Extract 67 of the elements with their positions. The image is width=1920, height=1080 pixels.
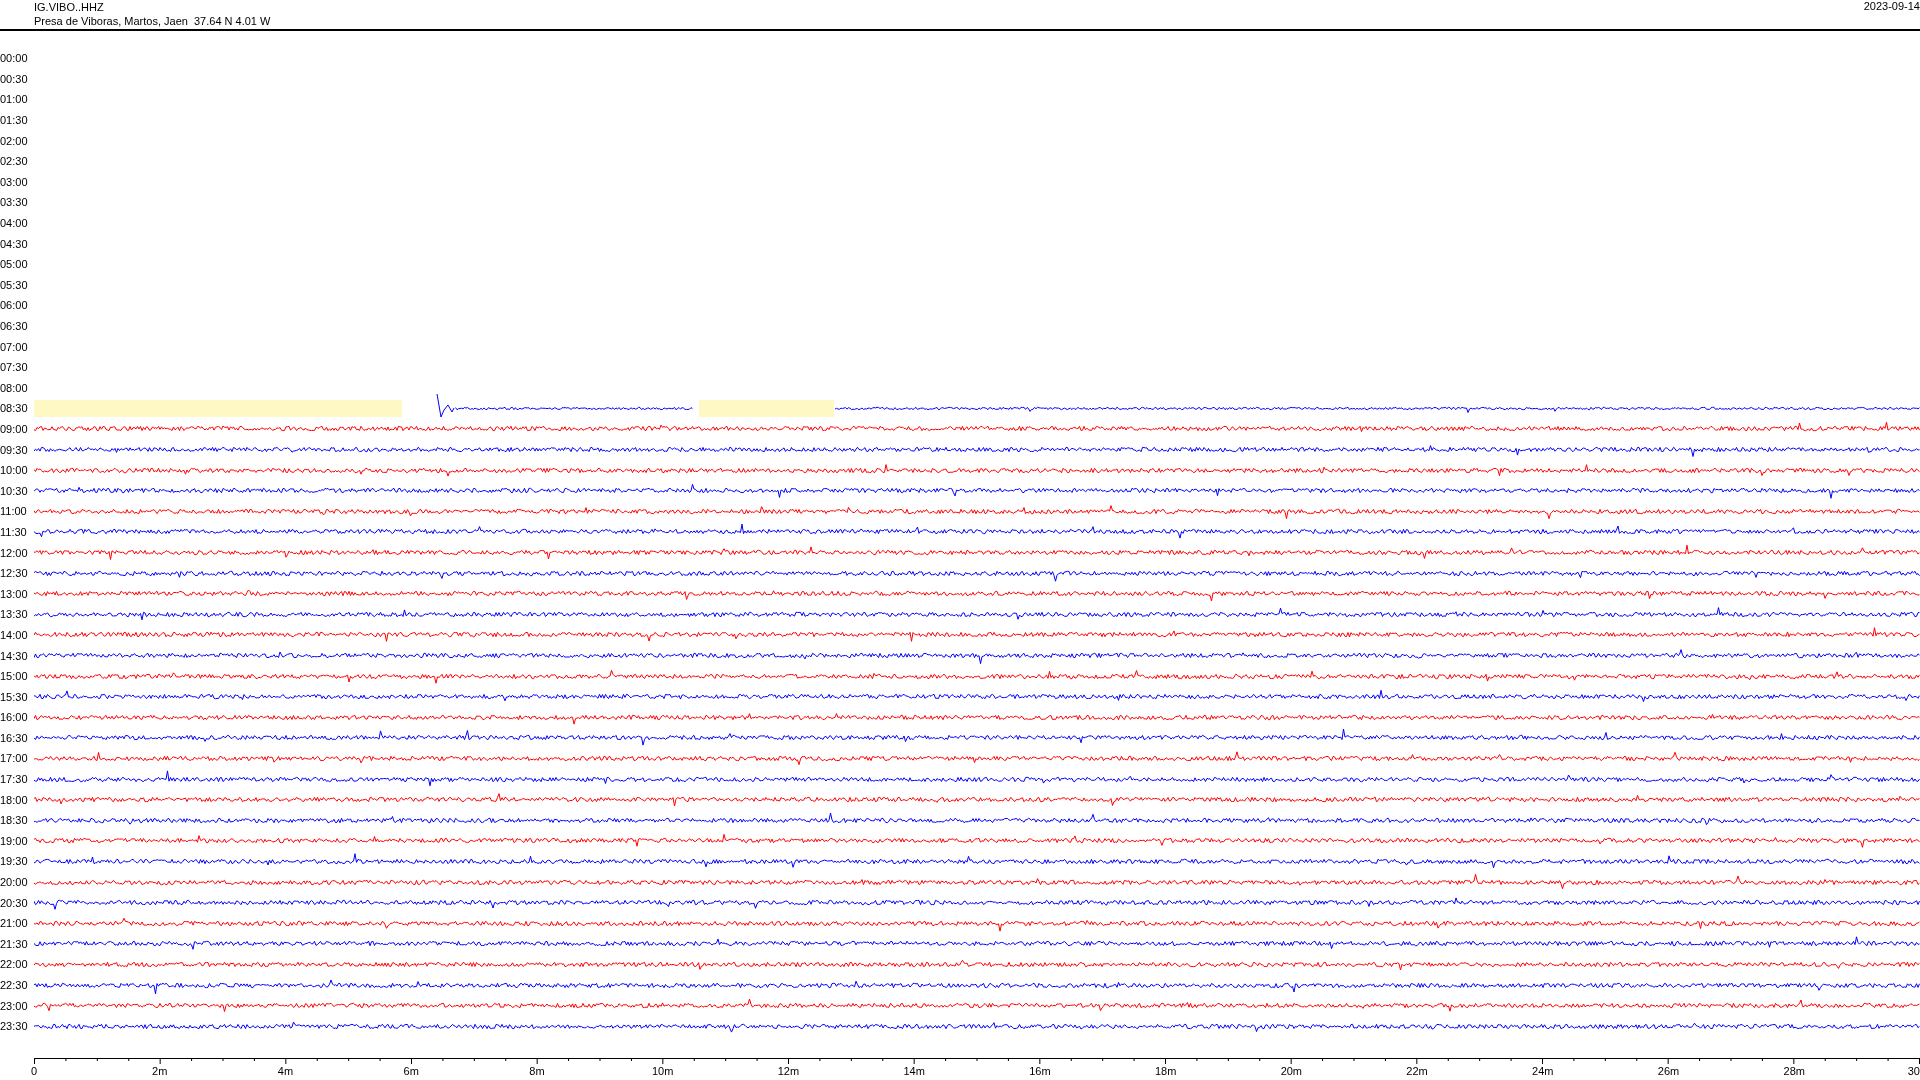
time-label: 09:00 [0,423,29,435]
time-label: 16:00 [0,711,29,724]
axis-label: 26m [1657,1064,1680,1077]
time-label: 00:00 [0,52,29,65]
time-label: 23:00 [0,999,29,1012]
time-label: 01:00 [0,93,29,106]
axis-label: 18m [1154,1064,1177,1077]
time-label: 11:00 [0,505,28,518]
time-label: 11:30 [0,525,28,538]
time-label: 08:30 [0,402,29,415]
axis-label: 28m [1783,1064,1805,1077]
time-label: 02:00 [0,134,29,147]
time-label: 20:30 [0,896,29,909]
time-label: 13:00 [0,587,29,600]
time-label: 08:00 [0,381,29,394]
time-label: 13:30 [0,608,29,621]
time-label: 01:30 [0,114,29,127]
time-label: 15:30 [0,690,29,703]
time-label: 00:30 [0,72,29,85]
station-location: Presa de Viboras, Martos, Jaen 37.64 N 4.01 W [34,14,271,28]
axis-label: 12m [777,1064,800,1077]
time-label: 22:00 [0,958,29,971]
time-label: 17:00 [0,752,29,765]
time-label: 14:00 [0,628,29,641]
time-label: 20:00 [0,876,29,889]
time-label: 16:30 [0,731,29,744]
axis-label: 2m [152,1064,168,1077]
axis-label: 22m [1406,1064,1428,1077]
time-label: 06:30 [0,320,29,332]
time-label: 21:30 [0,937,29,950]
time-label: 07:30 [0,361,29,374]
time-label: 10:00 [0,464,29,477]
axis-label: 16m [1029,1064,1051,1077]
time-label: 22:30 [0,979,29,991]
time-label: 06:00 [0,299,29,312]
time-label: 15:00 [0,670,29,683]
time-label: 12:00 [0,546,29,559]
axis-label: 6m [403,1064,419,1077]
time-label: 05:30 [0,278,29,291]
station-code: IG.VIBO..HHZ [34,0,105,14]
axis-label: 24m [1532,1064,1554,1077]
axis-label: 0 [31,1064,38,1077]
axis-label: 8m [529,1064,545,1077]
time-label: 19:00 [0,834,29,847]
time-label: 18:00 [0,793,29,806]
time-label: 14:30 [0,649,29,662]
axis-label: 14m [903,1064,925,1077]
axis-label: 30 [1907,1064,1920,1077]
time-label: 04:30 [0,237,29,250]
time-label: 07:00 [0,340,29,353]
time-label: 12:30 [0,567,29,580]
time-label: 02:30 [0,155,29,168]
axis-label: 10m [651,1064,674,1077]
axis-label: 20m [1280,1064,1303,1077]
time-label: 19:30 [0,855,29,868]
time-label: 05:00 [0,258,29,271]
axis-label: 4m [277,1064,294,1077]
time-label: 03:30 [0,196,29,209]
time-label: 04:00 [0,217,29,230]
time-label: 03:00 [0,175,29,188]
time-label: 21:00 [0,917,29,930]
plot-date: 2023-09-14 [1863,0,1920,14]
time-label: 10:30 [0,484,29,497]
time-label: 18:30 [0,814,29,827]
time-label: 23:30 [0,1020,29,1033]
time-label: 09:30 [0,443,29,456]
time-label: 17:30 [0,773,29,786]
